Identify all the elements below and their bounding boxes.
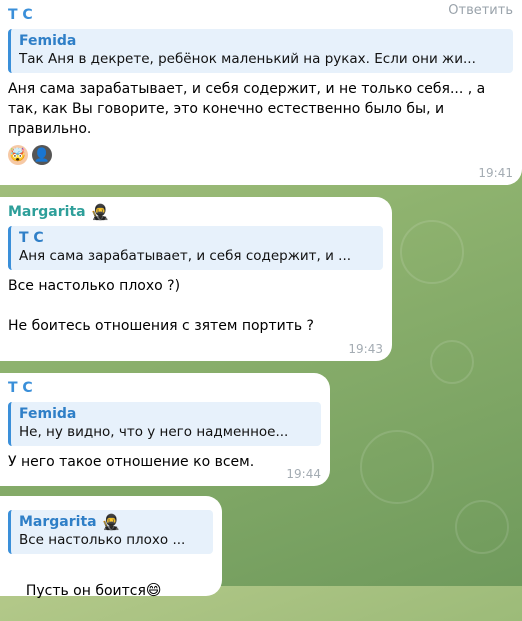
reply-quote[interactable]: Margarita 🥷 Все настолько плохо ... <box>8 510 213 554</box>
background-doodle <box>360 430 434 504</box>
message-text: У него такое отношение ко всем. <box>8 454 255 470</box>
reply-author: Т С <box>19 230 44 246</box>
sender-name[interactable]: Т С <box>8 379 321 397</box>
reply-quote[interactable]: Femida Не, ну видно, что у него надменно… <box>8 402 321 446</box>
message-text-content: Пусть он боится <box>25 583 146 599</box>
message-bubble[interactable]: Т С Ответить Femida Так Аня в декрете, р… <box>0 0 522 185</box>
message-bubble[interactable]: Margarita 🥷 Т С Аня сама зарабатывает, и… <box>0 197 392 361</box>
reply-button[interactable]: Ответить <box>448 3 513 18</box>
reactions-row: 🤯 👤 <box>8 145 513 165</box>
message-text: Все настолько плохо ?) Не боитесь отноше… <box>8 278 314 334</box>
reply-quote[interactable]: Femida Так Аня в декрете, ребёнок малень… <box>8 29 513 73</box>
reply-text: Не, ну видно, что у него надменное... <box>19 424 289 440</box>
reply-text: Все настолько плохо ... <box>19 532 186 548</box>
sender-name[interactable]: Т С <box>8 6 513 24</box>
reply-author-label: Margarita <box>19 514 97 530</box>
avatar-reaction[interactable]: 👤 <box>32 145 52 165</box>
message-text: Аня сама зарабатывает, и себя содержит, … <box>8 81 490 137</box>
message-bubble[interactable]: Margarita 🥷 Все настолько плохо ... Пуст… <box>0 496 222 599</box>
message-text: Пусть он боится😄 <box>8 560 213 621</box>
sender-label: Margarita <box>8 204 86 220</box>
reply-text: Так Аня в декрете, ребёнок маленький на … <box>19 51 476 67</box>
message-time: 19:44 <box>286 467 321 481</box>
reply-author: Femida <box>19 33 77 49</box>
ninja-emoji-icon: 🥷 <box>101 513 121 531</box>
background-doodle <box>430 340 474 384</box>
grinning-emoji-icon: 😄 <box>145 581 162 599</box>
exploding-head-emoji[interactable]: 🤯 <box>8 145 28 165</box>
background-doodle <box>400 220 464 284</box>
reply-quote[interactable]: Т С Аня сама зарабатывает, и себя содерж… <box>8 226 383 270</box>
message-time: 19:43 <box>348 342 383 356</box>
reply-text: Аня сама зарабатывает, и себя содержит, … <box>19 248 352 264</box>
ninja-emoji-icon: 🥷 <box>90 203 110 221</box>
message-bubble[interactable]: Т С Femida Не, ну видно, что у него надм… <box>0 373 330 486</box>
sender-name[interactable]: Margarita 🥷 <box>8 203 383 221</box>
reply-author: Margarita 🥷 <box>19 513 205 531</box>
background-doodle <box>455 500 509 554</box>
reply-author: Femida <box>19 406 77 422</box>
message-time: 19:41 <box>478 166 513 180</box>
